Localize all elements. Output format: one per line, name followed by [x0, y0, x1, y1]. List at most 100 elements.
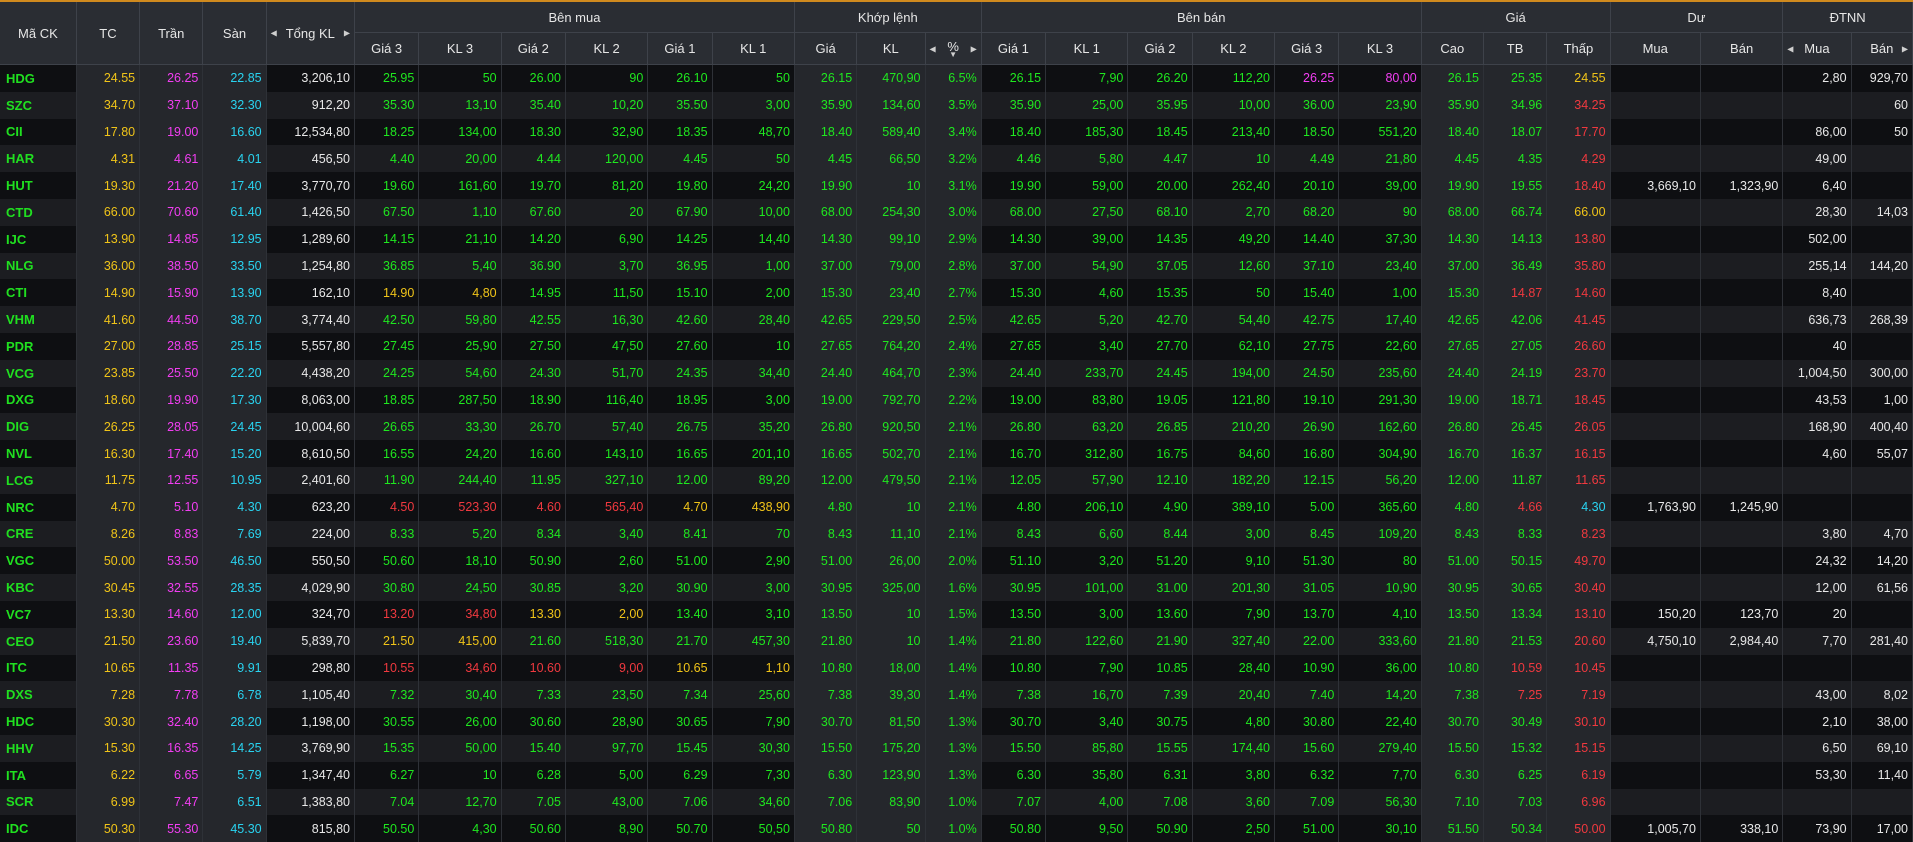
symbol-cell[interactable]: HDC — [0, 708, 77, 735]
symbol-cell[interactable]: VHM — [0, 306, 77, 333]
caret-left-icon[interactable]: ◀ — [930, 44, 936, 53]
symbol-cell[interactable]: DXG — [0, 386, 77, 414]
col-buy-price1[interactable]: Giá 1 — [647, 32, 713, 65]
table-row[interactable]: LCG 11.75 12.55 10.95 2,401,60 11.90 244,40 11.… — [0, 466, 1913, 494]
symbol-cell[interactable]: KBC — [0, 574, 77, 601]
col-symbol[interactable]: Mã CK — [0, 2, 77, 65]
col-ceiling[interactable]: Trần — [139, 2, 204, 65]
table-row[interactable]: HHV 15.30 16.35 14.25 3,769,90 15.35 50,00 15.4… — [0, 734, 1913, 762]
table-row[interactable]: HDG 24.55 26.25 22.85 3,206,10 25.95 50 26.00 90… — [0, 64, 1913, 92]
table-row[interactable]: ITC 10.65 11.35 9.91 298,80 10.55 34,60 10.60 9,… — [0, 654, 1913, 682]
symbol-cell[interactable]: IJC — [0, 225, 77, 253]
buy-price3-cell: 10.55 — [354, 654, 420, 682]
col-match-pct[interactable]: ◀ % ▼ ▶ — [925, 32, 982, 65]
symbol-cell[interactable]: VCG — [0, 359, 77, 387]
caret-right-icon[interactable]: ▶ — [344, 29, 350, 38]
col-avg[interactable]: TB — [1483, 32, 1548, 65]
table-row[interactable]: NLG 36.00 38.50 33.50 1,254,80 36.85 5,40 36.90… — [0, 252, 1913, 280]
symbol-cell[interactable]: PDR — [0, 332, 77, 360]
col-match-vol[interactable]: KL — [856, 32, 926, 65]
table-row[interactable]: SZC 34.70 37.10 32.30 912,20 35.30 13,10 35.40 1… — [0, 91, 1913, 119]
table-row[interactable]: ITA 6.22 6.65 5.79 1,347,40 6.27 10 6.28 5,00 6.2… — [0, 761, 1913, 789]
symbol-cell[interactable]: HHV — [0, 734, 77, 762]
table-row[interactable]: VGC 50.00 53.50 46.50 550,50 50.60 18,10 50.90 2… — [0, 547, 1913, 575]
symbol-cell[interactable]: IDC — [0, 815, 77, 842]
caret-right-icon[interactable]: ▶ — [1902, 44, 1908, 53]
high-cell: 10.80 — [1421, 654, 1484, 682]
table-row[interactable]: CEO 21.50 23.60 19.40 5,839,70 21.50 415,00 21.… — [0, 627, 1913, 655]
symbol-cell[interactable]: VC7 — [0, 600, 77, 628]
symbol-cell[interactable]: HAR — [0, 145, 77, 173]
remain-sell-cell — [1700, 118, 1784, 146]
table-row[interactable]: HDC 30.30 32.40 28.20 1,198,00 30.55 26,00 30.6… — [0, 708, 1913, 735]
table-row[interactable]: CTD 66.00 70.60 61.40 1,426,50 67.50 1,10 67.60… — [0, 198, 1913, 226]
table-row[interactable]: HUT 19.30 21.20 17.40 3,770,70 19.60 161,60 19.… — [0, 172, 1913, 199]
symbol-cell[interactable]: SCR — [0, 788, 77, 816]
symbol-cell[interactable]: CTI — [0, 279, 77, 307]
table-row[interactable]: PDR 27.00 28.85 25.15 5,557,80 27.45 25,90 27.5… — [0, 332, 1913, 360]
symbol-cell[interactable]: CEO — [0, 627, 77, 655]
remain-buy-cell: 1,763,90 — [1610, 493, 1701, 521]
col-buy-price2[interactable]: Giá 2 — [501, 32, 566, 65]
buy-vol1-cell: 50 — [712, 145, 795, 173]
col-buy-vol1[interactable]: KL 1 — [712, 32, 795, 65]
col-foreign-buy[interactable]: ◀ Mua — [1782, 32, 1852, 65]
symbol-cell[interactable]: LCG — [0, 466, 77, 494]
symbol-cell[interactable]: ITC — [0, 654, 77, 682]
col-sell-price1[interactable]: Giá 1 — [981, 32, 1047, 65]
col-ref[interactable]: TC — [76, 2, 141, 65]
symbol-cell[interactable]: VGC — [0, 547, 77, 575]
col-total-volume[interactable]: ◀ Tổng KL ▶ — [266, 2, 356, 65]
symbol-cell[interactable]: DIG — [0, 413, 77, 441]
table-row[interactable]: KBC 30.45 32.55 28.35 4,029,90 30.80 24,50 30.8… — [0, 574, 1913, 601]
symbol-cell[interactable]: CRE — [0, 520, 77, 548]
symbol-cell[interactable]: HUT — [0, 172, 77, 199]
symbol-cell[interactable]: SZC — [0, 91, 77, 119]
symbol-cell[interactable]: NLG — [0, 252, 77, 280]
table-row[interactable]: DXS 7.28 7.78 6.78 1,105,40 7.32 30,40 7.33 23,5… — [0, 681, 1913, 709]
symbol-cell[interactable]: CII — [0, 118, 77, 146]
symbol-cell[interactable]: DXS — [0, 681, 77, 709]
caret-left-icon[interactable]: ◀ — [271, 29, 277, 38]
col-sell-vol2[interactable]: KL 2 — [1192, 32, 1276, 65]
caret-left-icon[interactable]: ◀ — [1787, 44, 1793, 53]
table-row[interactable]: NRC 4.70 5.10 4.30 623,20 4.50 523,30 4.60 565,4… — [0, 493, 1913, 521]
table-row[interactable]: IDC 50.30 55.30 45.30 815,80 50.50 4,30 50.60 8,… — [0, 815, 1913, 842]
symbol-cell[interactable]: ITA — [0, 761, 77, 789]
col-high[interactable]: Cao — [1421, 32, 1484, 65]
col-sell-price2[interactable]: Giá 2 — [1127, 32, 1193, 65]
table-row[interactable]: DXG 18.60 19.90 17.30 8,063,00 18.85 287,50 18.… — [0, 386, 1913, 414]
table-row[interactable]: VCG 23.85 25.50 22.20 4,438,20 24.25 54,60 24.3… — [0, 359, 1913, 387]
buy-vol2-cell: 2,60 — [565, 547, 649, 575]
caret-right-icon[interactable]: ▶ — [971, 44, 977, 53]
col-floor[interactable]: Sàn — [202, 2, 267, 65]
table-row[interactable]: IJC 13.90 14.85 12.95 1,289,60 14.15 21,10 14.2… — [0, 225, 1913, 253]
symbol-cell[interactable]: HDG — [0, 64, 77, 92]
sell-vol3-cell: 56,30 — [1338, 788, 1422, 816]
table-row[interactable]: VC7 13.30 14.60 12.00 324,70 13.20 34,80 13.30 2… — [0, 600, 1913, 628]
table-row[interactable]: CTI 14.90 15.90 13.90 162,10 14.90 4,80 14.95 11… — [0, 279, 1913, 307]
col-sell-price3[interactable]: Giá 3 — [1274, 32, 1340, 65]
col-buy-vol3[interactable]: KL 3 — [418, 32, 502, 65]
col-remain-buy[interactable]: Mua — [1610, 32, 1701, 65]
symbol-cell[interactable]: CTD — [0, 198, 77, 226]
col-match-price[interactable]: Giá — [794, 32, 858, 65]
col-low[interactable]: Thấp — [1546, 32, 1611, 65]
table-row[interactable]: SCR 6.99 7.47 6.51 1,383,80 7.04 12,70 7.05 43,0… — [0, 788, 1913, 816]
table-row[interactable]: CRE 8.26 8.83 7.69 224,00 8.33 5,20 8.34 3,40 8.4… — [0, 520, 1913, 548]
col-remain-sell[interactable]: Bán — [1700, 32, 1784, 65]
avg-cell: 30.49 — [1483, 708, 1548, 735]
table-row[interactable]: DIG 26.25 28.05 24.45 10,004,60 26.65 33,30 26.… — [0, 413, 1913, 441]
col-foreign-sell[interactable]: Bán ▶ — [1851, 32, 1913, 65]
table-row[interactable]: CII 17.80 19.00 16.60 12,534,80 18.25 134,00 18… — [0, 118, 1913, 146]
table-row[interactable]: HAR 4.31 4.61 4.01 456,50 4.40 20,00 4.44 120,00… — [0, 145, 1913, 173]
col-sell-vol1[interactable]: KL 1 — [1045, 32, 1129, 65]
col-buy-price3[interactable]: Giá 3 — [354, 32, 420, 65]
table-row[interactable]: NVL 16.30 17.40 15.20 8,610,50 16.55 24,20 16.6… — [0, 440, 1913, 467]
col-buy-vol2[interactable]: KL 2 — [565, 32, 649, 65]
symbol-cell[interactable]: NVL — [0, 440, 77, 467]
symbol-cell[interactable]: NRC — [0, 493, 77, 521]
col-sell-vol3[interactable]: KL 3 — [1338, 32, 1422, 65]
table-row[interactable]: VHM 41.60 44.50 38.70 3,774,40 42.50 59,80 42.5… — [0, 306, 1913, 333]
remain-buy-cell — [1610, 734, 1701, 762]
